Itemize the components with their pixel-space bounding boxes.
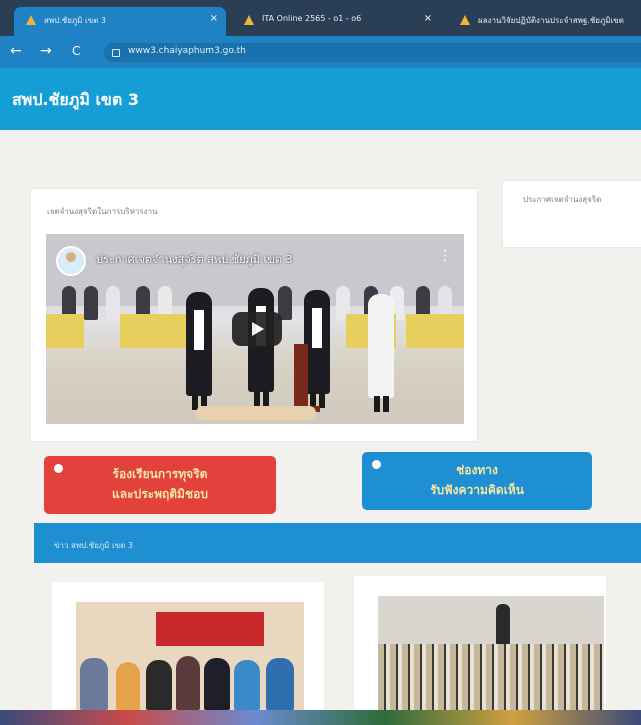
lock-icon — [112, 49, 120, 57]
leg — [254, 390, 260, 406]
shirt — [194, 310, 204, 350]
yellow-table — [406, 314, 464, 348]
person-figure — [204, 658, 230, 710]
audience-figure — [84, 286, 98, 320]
news-photo[interactable] — [76, 602, 304, 710]
flower-arrangement — [196, 406, 316, 420]
shirt — [312, 308, 322, 348]
play-button-icon[interactable] — [232, 312, 282, 346]
person-figure — [146, 660, 172, 710]
red-banner — [156, 612, 264, 646]
channel-avatar[interactable] — [56, 246, 86, 276]
leg — [383, 396, 389, 412]
news-card[interactable] — [354, 576, 606, 710]
video-title[interactable]: ประกาศเจตจำนงสุจริต สพป.ชัยภูมิ เขต 3 — [96, 250, 292, 268]
video-panel-title: เจตจำนงสุจริตในการบริหารงาน — [47, 207, 158, 216]
crowd-group — [378, 644, 604, 710]
site-favicon-icon — [460, 15, 470, 25]
leg — [374, 396, 380, 412]
url-text: www3.chaiyaphum3.go.th — [128, 46, 246, 56]
close-tab-icon[interactable]: × — [424, 13, 432, 24]
person-figure — [116, 662, 140, 710]
complaint-button[interactable]: ร้องเรียนการทุจริต และประพฤติมิชอบ — [44, 456, 276, 514]
back-arrow-icon[interactable]: ← — [10, 44, 22, 58]
site-title[interactable]: สพป.ชัยภูมิ เขต 3 — [12, 88, 139, 113]
person-figure — [176, 656, 200, 710]
tab-active[interactable]: สพป.ชัยภูมิ เขต 3 × — [14, 7, 226, 36]
browser-address-bar: ← → C www3.chaiyaphum3.go.th — [0, 36, 641, 68]
audience-figure — [106, 286, 120, 320]
reload-icon[interactable]: C — [72, 44, 80, 58]
tab-ita-online[interactable]: ITA Online 2565 - o1 - o6 × — [232, 7, 440, 36]
leg — [263, 390, 269, 406]
site-header: สพป.ชัยภูมิ เขต 3 — [0, 68, 641, 130]
side-panel: ประกาศเจตจำนงสุจริต — [502, 180, 641, 248]
site-favicon-icon — [26, 15, 36, 25]
forward-arrow-icon[interactable]: → — [40, 44, 52, 58]
url-input[interactable]: www3.chaiyaphum3.go.th — [104, 43, 641, 62]
site-favicon-icon — [244, 15, 254, 25]
feedback-button-line1: ช่องทาง — [456, 463, 498, 477]
person-figure — [266, 658, 294, 710]
news-section-bar: ข่าว สพป.ชัยภูมิ เขต 3 — [34, 523, 641, 563]
news-section-title: ข่าว สพป.ชัยภูมิ เขต 3 — [54, 541, 134, 550]
person-figure — [186, 292, 212, 410]
yellow-table — [46, 314, 84, 348]
complaint-button-line2: และประพฤติมิชอบ — [112, 487, 208, 501]
feedback-button-line2: รับฟังความคิดเห็น — [430, 483, 524, 497]
side-panel-title: ประกาศเจตจำนงสุจริต — [523, 195, 602, 204]
person-figure — [234, 660, 260, 710]
video-player[interactable]: ประกาศเจตจำนงสุจริต สพป.ชัยภูมิ เขต 3 ⋮ — [46, 234, 464, 424]
person-figure — [368, 294, 394, 412]
statue-figure — [496, 604, 510, 644]
close-tab-icon[interactable]: × — [210, 13, 218, 24]
bullet-dot-icon — [54, 464, 63, 473]
bottom-banner-strip — [0, 710, 641, 725]
tab-title: สพป.ชัยภูมิ เขต 3 — [44, 16, 107, 25]
feedback-button[interactable]: ช่องทาง รับฟังความคิดเห็น — [362, 452, 592, 510]
news-photo[interactable] — [378, 596, 604, 710]
bullet-dot-icon — [372, 460, 381, 469]
browser-tab-bar: สพป.ชัยภูมิ เขต 3 × ITA Online 2565 - o1… — [0, 0, 641, 36]
podium-stand — [294, 344, 308, 414]
tab-title: ผลงานวิจัยปฏิบัติงานประจำสพฐ.ชัยภูมิเขต — [478, 16, 624, 25]
more-options-icon[interactable]: ⋮ — [438, 248, 452, 264]
complaint-button-line1: ร้องเรียนการทุจริต — [112, 467, 208, 481]
news-card[interactable] — [52, 582, 324, 710]
tab-title: ITA Online 2565 - o1 - o6 — [262, 14, 362, 23]
person-figure — [80, 658, 108, 710]
tab-research[interactable]: ผลงานวิจัยปฏิบัติงานประจำสพฐ.ชัยภูมิเขต — [448, 7, 641, 36]
